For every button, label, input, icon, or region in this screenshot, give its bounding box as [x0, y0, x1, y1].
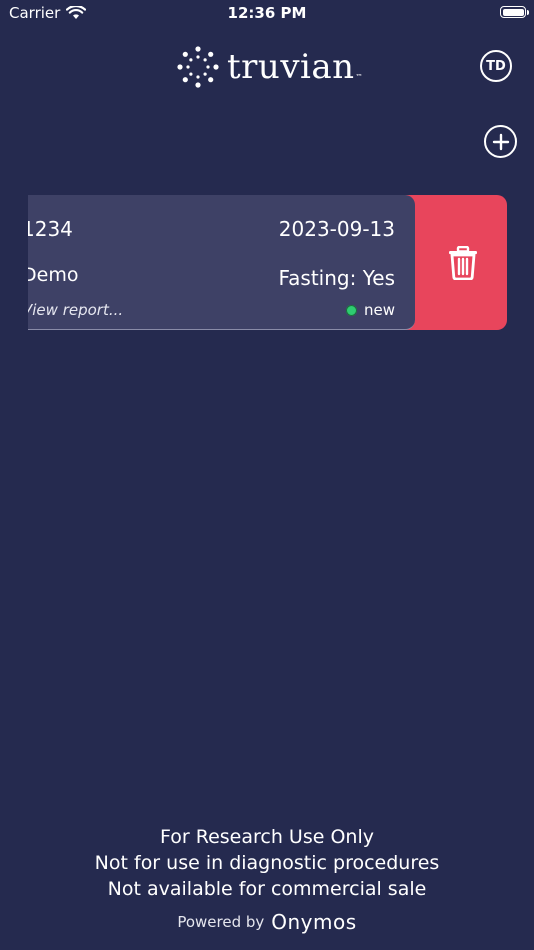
status-label: new — [363, 301, 395, 319]
report-fasting: Fasting: Yes — [278, 266, 396, 290]
logo-dots-icon — [177, 46, 219, 88]
view-report-link[interactable]: View report... — [28, 301, 123, 319]
powered-by-label: Powered by — [177, 913, 265, 931]
logo-text: truvian™ — [227, 47, 364, 87]
onymos-logo: Onymos — [271, 910, 357, 934]
status-dot-icon — [345, 304, 357, 316]
battery-icon — [500, 6, 529, 18]
disclaimer-line-1: For Research Use Only — [160, 826, 374, 848]
report-list-item[interactable]: 1234 2023-09-13 Demo Fasting: Yes View r… — [28, 195, 507, 330]
report-id: 1234 — [28, 217, 73, 241]
add-report-button[interactable] — [484, 125, 517, 158]
avatar-initials: TD — [486, 58, 506, 74]
truvian-logo: truvian™ — [177, 46, 364, 88]
status-time: 12:36 PM — [227, 4, 307, 22]
disclaimer-line-3: Not available for commercial sale — [107, 878, 427, 900]
report-status: new — [345, 301, 395, 319]
trash-icon — [449, 245, 477, 280]
report-card[interactable]: 1234 2023-09-13 Demo Fasting: Yes View r… — [28, 195, 415, 330]
report-date: 2023-09-13 — [278, 217, 395, 241]
plus-icon — [492, 133, 509, 150]
report-patient-name: Demo — [28, 264, 79, 286]
user-avatar-button[interactable]: TD — [480, 50, 512, 82]
disclaimer: For Research Use Only Not for use in dia… — [0, 824, 534, 902]
powered-by: Powered by Onymos — [0, 910, 534, 934]
disclaimer-line-2: Not for use in diagnostic procedures — [94, 852, 440, 874]
status-bar: Carrier 12:36 PM — [0, 0, 534, 30]
